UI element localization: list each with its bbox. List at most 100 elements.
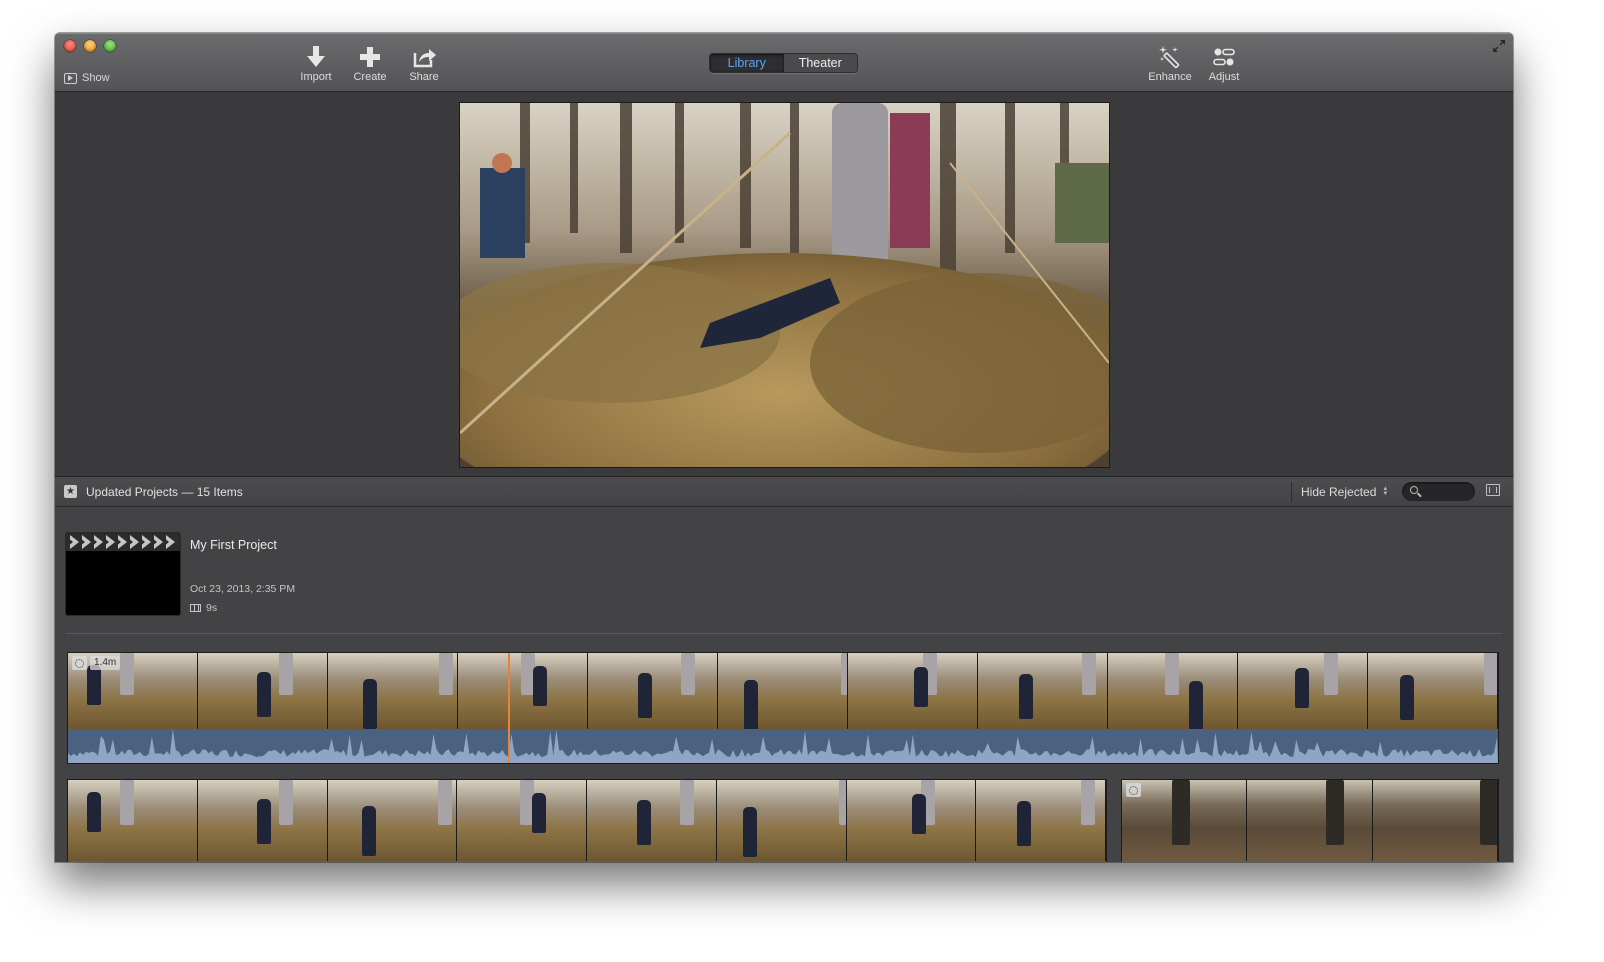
frame-person [637, 800, 652, 845]
clip[interactable] [1121, 779, 1499, 862]
frame-tree [839, 780, 846, 825]
audio-waveform [68, 729, 1498, 763]
stabilize-icon [1126, 783, 1141, 797]
adjust-label: Adjust [1208, 71, 1240, 83]
playhead[interactable] [508, 653, 511, 763]
clip-frame-thumbnail [1368, 653, 1498, 729]
import-button[interactable]: Import [286, 44, 346, 83]
clip-frame-thumbnail [1108, 653, 1238, 729]
frame-person [87, 665, 102, 705]
frame-person [912, 794, 927, 834]
adjust-sliders-icon [1213, 48, 1235, 66]
clip-frame-thumbnail [328, 653, 458, 729]
divider [1291, 482, 1292, 502]
clapperboard-icon [66, 533, 180, 551]
duration-value: 9s [206, 602, 218, 614]
star-icon: ★ [64, 485, 77, 498]
clip-frame-thumbnail [718, 653, 848, 729]
waveform-graphic [68, 729, 1498, 763]
create-button[interactable]: Create [340, 44, 400, 83]
frame-tree [279, 653, 294, 695]
frame-person [532, 666, 547, 706]
frame-person [743, 680, 758, 729]
adjust-button[interactable]: Adjust [1194, 44, 1254, 83]
frame-tree [1325, 780, 1344, 845]
frame-person [362, 679, 377, 729]
enhance-button[interactable]: Enhance [1140, 44, 1200, 83]
clip-frame-thumbnail [198, 653, 328, 729]
clip-badge [1126, 783, 1141, 797]
clip-duration-badge: 1.4m [90, 656, 121, 670]
search-field[interactable] [1402, 482, 1475, 501]
frame-person [256, 799, 271, 844]
import-label: Import [300, 71, 332, 83]
event-browser: My First Project Oct 23, 2013, 2:35 PM 9… [55, 507, 1513, 862]
frame-tree [1324, 653, 1339, 695]
clip-frame-thumbnail [327, 780, 458, 861]
tab-theater[interactable]: Theater [784, 54, 858, 72]
minimize-window-button[interactable] [84, 40, 96, 52]
frame-tree [840, 653, 847, 695]
import-arrow-icon [307, 46, 325, 67]
frame-person [1189, 681, 1204, 729]
frame-tree [438, 780, 453, 825]
clip-frame-thumbnail [587, 780, 717, 861]
show-libraries-button[interactable]: Show [64, 72, 110, 84]
share-icon [413, 49, 436, 68]
frame-tree [1082, 653, 1097, 695]
window-controls [64, 40, 116, 52]
frame-tree [119, 653, 134, 695]
clip[interactable] [67, 779, 1107, 862]
project-thumbnail[interactable] [66, 533, 180, 615]
clip-frame-thumbnail [458, 653, 588, 729]
project-date: Oct 23, 2013, 2:35 PM [190, 583, 296, 595]
clip-base [1122, 861, 1498, 862]
library-title: Updated Projects — 15 Items [86, 485, 243, 499]
frame-person [257, 672, 272, 717]
frame-tree [1479, 780, 1497, 845]
clip-frame-thumbnail [197, 780, 328, 861]
frame-person [1019, 674, 1034, 719]
frame-person [87, 792, 102, 832]
create-label: Create [353, 71, 387, 83]
frame-person [1400, 675, 1415, 720]
clip-frame-thumbnail [846, 780, 977, 861]
filmstrip-view-icon[interactable] [1486, 484, 1500, 496]
divider [66, 633, 1502, 634]
clip-badge: 1.4m [72, 656, 121, 670]
hide-rejected-dropdown[interactable]: Hide Rejected ▲ ▼ [1301, 485, 1388, 499]
video-preview[interactable] [459, 102, 1110, 468]
frame-tree [679, 780, 694, 825]
frame-tree [1171, 780, 1190, 845]
stabilize-icon [72, 656, 87, 670]
frame-tree [278, 780, 293, 825]
fullscreen-icon[interactable] [1492, 39, 1506, 53]
share-button[interactable]: Share [394, 44, 454, 83]
viewer-pane [55, 92, 1513, 476]
clip-frame-thumbnail [457, 780, 587, 861]
frame-person [362, 806, 377, 856]
zoom-window-button[interactable] [104, 40, 116, 52]
frame-person [531, 793, 546, 833]
frame-tree [1484, 653, 1497, 695]
tab-library[interactable]: Library [710, 54, 784, 72]
waveform-path [68, 729, 1498, 763]
clip-frame-thumbnail [1247, 780, 1373, 861]
clip-frame-thumbnail [848, 653, 978, 729]
project-duration: 9s [190, 602, 217, 614]
frame-person [1294, 668, 1309, 708]
project-name[interactable]: My First Project [190, 538, 277, 552]
frame-tree [119, 780, 134, 825]
clip-frame-thumbnail [68, 780, 198, 861]
video-frame-image [460, 103, 1109, 467]
filmstrip-icon [190, 604, 201, 612]
close-window-button[interactable] [64, 40, 76, 52]
clip-frame-thumbnail [588, 653, 718, 729]
clip-frame-thumbnail [976, 780, 1106, 861]
frame-person [742, 807, 757, 857]
frame-person [1017, 801, 1032, 846]
frame-tree [1164, 653, 1179, 695]
clip-with-audio[interactable]: 1.4m [67, 652, 1499, 764]
imovie-window: Show Import Create Share Library Theater… [55, 33, 1513, 862]
clip-frames [68, 653, 1498, 729]
